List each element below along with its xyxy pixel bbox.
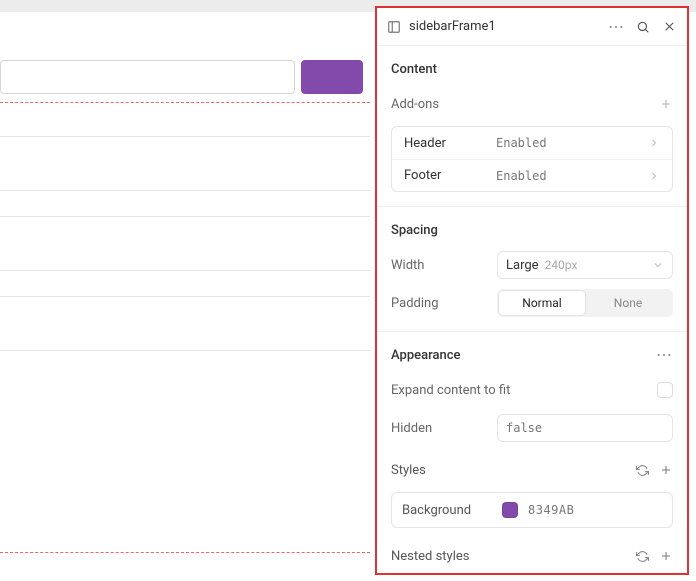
nested-styles-label: Nested styles xyxy=(391,549,626,564)
section-title: Content xyxy=(391,62,437,77)
canvas-area xyxy=(0,12,370,572)
padding-segmented: Normal None xyxy=(497,289,673,317)
search-icon[interactable] xyxy=(635,19,651,35)
canvas-primary-button[interactable] xyxy=(301,60,363,94)
divider xyxy=(0,190,370,191)
addon-label: Header xyxy=(404,136,496,151)
divider xyxy=(0,216,370,217)
add-addon-button[interactable] xyxy=(659,97,673,111)
frame-icon xyxy=(387,20,401,34)
section-spacing: Spacing Width Large 240px Padding Normal… xyxy=(377,207,687,332)
width-label: Width xyxy=(391,258,487,273)
style-row-background[interactable]: Background 8349AB xyxy=(391,492,673,528)
hidden-label: Hidden xyxy=(391,421,487,436)
padding-option-normal[interactable]: Normal xyxy=(499,291,585,315)
styles-label: Styles xyxy=(391,463,626,478)
divider xyxy=(0,136,370,137)
hidden-input[interactable] xyxy=(497,414,673,442)
section-content: Content Add-ons Header Enabled Foo xyxy=(377,46,687,207)
canvas-text-input[interactable] xyxy=(0,60,295,94)
section-title: Spacing xyxy=(391,223,438,238)
expand-checkbox[interactable] xyxy=(657,382,673,398)
divider xyxy=(0,296,370,297)
width-select[interactable]: Large 240px xyxy=(497,251,673,279)
addon-row-header[interactable]: Header Enabled xyxy=(392,127,672,159)
divider xyxy=(0,350,370,351)
addon-label: Footer xyxy=(404,168,496,183)
style-label: Background xyxy=(402,503,492,518)
add-style-button[interactable] xyxy=(659,463,673,477)
chevron-down-icon xyxy=(652,259,664,271)
width-meta: 240px xyxy=(545,258,578,272)
addon-row-footer[interactable]: Footer Enabled xyxy=(392,159,672,191)
refresh-nested-button[interactable] xyxy=(636,550,649,563)
panel-header: sidebarFrame1 ⋯ xyxy=(377,8,687,46)
chevron-right-icon xyxy=(648,137,660,149)
section-title: Appearance xyxy=(391,348,460,363)
refresh-styles-button[interactable] xyxy=(636,464,649,477)
guide-line xyxy=(0,102,370,103)
width-value: Large xyxy=(506,258,539,273)
padding-option-none[interactable]: None xyxy=(585,291,671,315)
expand-label: Expand content to fit xyxy=(391,383,647,398)
panel-more-button[interactable]: ⋯ xyxy=(608,19,625,35)
close-icon[interactable] xyxy=(661,19,677,35)
appearance-more-button[interactable]: ⋯ xyxy=(656,347,673,363)
guide-line xyxy=(0,552,370,553)
color-swatch[interactable] xyxy=(502,502,518,518)
chevron-right-icon xyxy=(648,170,660,182)
padding-label: Padding xyxy=(391,296,487,311)
divider xyxy=(0,270,370,271)
addon-value: Enabled xyxy=(496,136,648,150)
section-appearance: Appearance ⋯ Expand content to fit Hidde… xyxy=(377,332,687,575)
addons-list: Header Enabled Footer Enabled xyxy=(391,126,673,192)
addons-label: Add-ons xyxy=(391,97,487,112)
add-nested-button[interactable] xyxy=(659,549,673,563)
inspector-panel: sidebarFrame1 ⋯ Content Add-ons xyxy=(375,6,689,575)
panel-title: sidebarFrame1 xyxy=(409,19,600,34)
addon-value: Enabled xyxy=(496,169,648,183)
color-hex: 8349AB xyxy=(528,503,574,517)
